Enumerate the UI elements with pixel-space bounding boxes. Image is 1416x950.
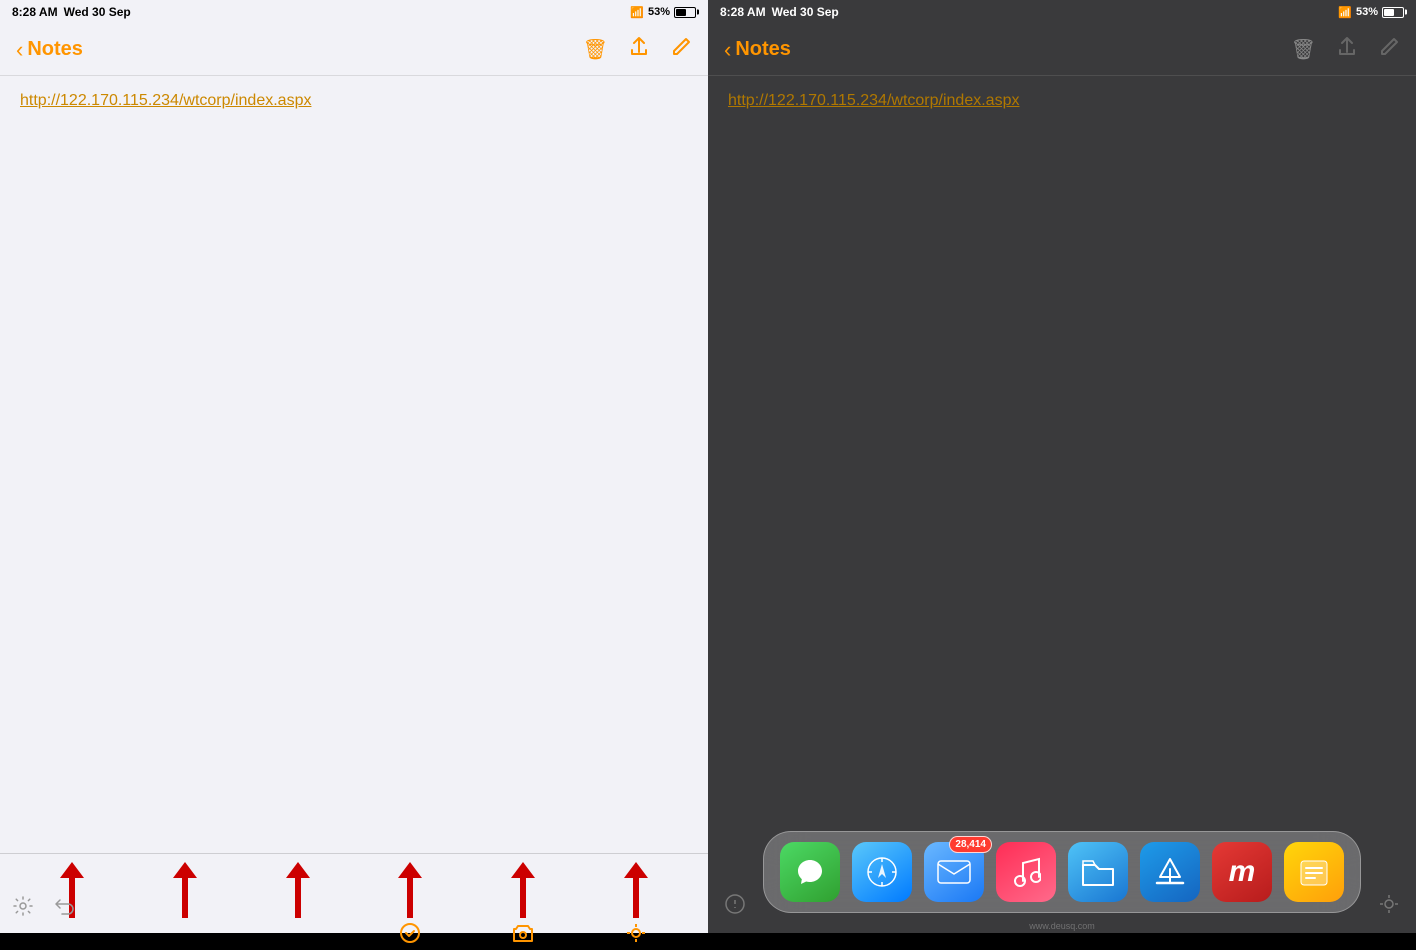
left-bottom-left-icons: [12, 895, 76, 923]
left-battery-fill: [676, 9, 686, 16]
right-note-link[interactable]: http://122.170.115.234/wtcorp/index.aspx: [728, 92, 1019, 109]
mail-badge: 28,414: [949, 836, 992, 853]
dock-mail-icon[interactable]: 28,414: [924, 842, 984, 902]
right-battery-fill: [1384, 9, 1394, 16]
left-status-bar-left: 8:28 AM Wed 30 Sep: [12, 5, 131, 19]
right-time: 8:28 AM: [720, 5, 766, 19]
dock-music-icon[interactable]: [996, 842, 1056, 902]
left-arrow-head-4: [398, 862, 422, 878]
right-corner-left-icon[interactable]: [724, 893, 746, 921]
left-share-icon[interactable]: [628, 36, 650, 64]
dock-messages-icon[interactable]: [780, 842, 840, 902]
right-nav-actions: 🗑: [1291, 36, 1400, 64]
left-arrow-shaft-6: [633, 878, 639, 918]
dock-files-icon[interactable]: [1068, 842, 1128, 902]
left-arrow-head-6: [624, 862, 648, 878]
right-share-icon[interactable]: [1336, 36, 1358, 64]
left-nav-bar: ‹ Notes 🗑: [0, 24, 708, 76]
right-status-bar-left: 8:28 AM Wed 30 Sep: [720, 5, 839, 19]
right-nav-title: Notes: [735, 38, 791, 61]
left-bottom-toolbar: [0, 853, 708, 933]
left-note-content: http://122.170.115.234/wtcorp/index.aspx: [0, 76, 708, 853]
left-red-arrow-5: [511, 862, 535, 918]
dock-safari-icon[interactable]: [852, 842, 912, 902]
right-battery-percent: 53%: [1356, 6, 1378, 18]
left-note-link[interactable]: http://122.170.115.234/wtcorp/index.aspx: [20, 92, 311, 109]
left-arrow-head-5: [511, 862, 535, 878]
right-compose-icon[interactable]: [1378, 36, 1400, 64]
left-back-chevron-icon: ‹: [16, 39, 23, 61]
right-date: Wed 30 Sep: [772, 5, 839, 19]
dock-myapp-icon[interactable]: m: [1212, 842, 1272, 902]
left-arrow-head-1: [60, 862, 84, 878]
left-delete-icon[interactable]: 🗑: [583, 37, 608, 62]
left-arrow-shaft-5: [520, 878, 526, 918]
left-time: 8:28 AM: [12, 5, 58, 19]
right-status-bar-right: 📶 53%: [1338, 6, 1404, 19]
right-nav-bar: ‹ Notes 🗑: [708, 24, 1416, 76]
left-check-icon[interactable]: [399, 922, 421, 950]
right-bottom-area: 28,414: [708, 793, 1416, 933]
left-back-button[interactable]: ‹ Notes: [16, 38, 83, 61]
left-camera-icon[interactable]: [512, 922, 534, 950]
left-red-arrow-3: [286, 862, 310, 918]
left-wifi-icon: 📶: [630, 6, 644, 19]
left-arrow-head-2: [173, 862, 197, 878]
watermark: www.deusq.com: [1029, 921, 1095, 931]
left-red-arrow-2: [173, 862, 197, 918]
dock-notes-icon[interactable]: [1284, 842, 1344, 902]
right-panel: 8:28 AM Wed 30 Sep 📶 53% ‹ Notes 🗑: [708, 0, 1416, 933]
left-settings-icon[interactable]: [12, 895, 34, 923]
left-undo-icon[interactable]: [54, 895, 76, 923]
right-delete-icon[interactable]: 🗑: [1291, 37, 1316, 62]
left-nav-title: Notes: [27, 38, 83, 61]
left-battery-icon: [674, 7, 696, 18]
left-status-bar: 8:28 AM Wed 30 Sep 📶 53%: [0, 0, 708, 24]
right-battery-icon: [1382, 7, 1404, 18]
left-location-icon[interactable]: [625, 922, 647, 950]
right-status-bar: 8:28 AM Wed 30 Sep 📶 53%: [708, 0, 1416, 24]
left-arrow-head-3: [286, 862, 310, 878]
dock-appstore-icon[interactable]: [1140, 842, 1200, 902]
right-corner-right-icon[interactable]: [1378, 893, 1400, 921]
right-wifi-icon: 📶: [1338, 6, 1352, 19]
left-panel: 8:28 AM Wed 30 Sep 📶 53% ‹ Notes 🗑: [0, 0, 708, 933]
left-arrow-shaft-4: [407, 878, 413, 918]
left-arrow-shaft-2: [182, 878, 188, 918]
left-red-arrow-4: [398, 862, 422, 918]
right-note-content: http://122.170.115.234/wtcorp/index.aspx: [708, 76, 1416, 793]
left-nav-actions: 🗑: [583, 36, 692, 64]
left-status-bar-right: 📶 53%: [630, 6, 696, 19]
app-dock: 28,414: [763, 831, 1361, 913]
left-battery-percent: 53%: [648, 6, 670, 18]
left-arrow-shaft-3: [295, 878, 301, 918]
left-compose-icon[interactable]: [670, 36, 692, 64]
right-back-button[interactable]: ‹ Notes: [724, 38, 791, 61]
left-date: Wed 30 Sep: [64, 5, 131, 19]
left-red-arrow-6: [624, 862, 648, 918]
right-back-chevron-icon: ‹: [724, 39, 731, 61]
